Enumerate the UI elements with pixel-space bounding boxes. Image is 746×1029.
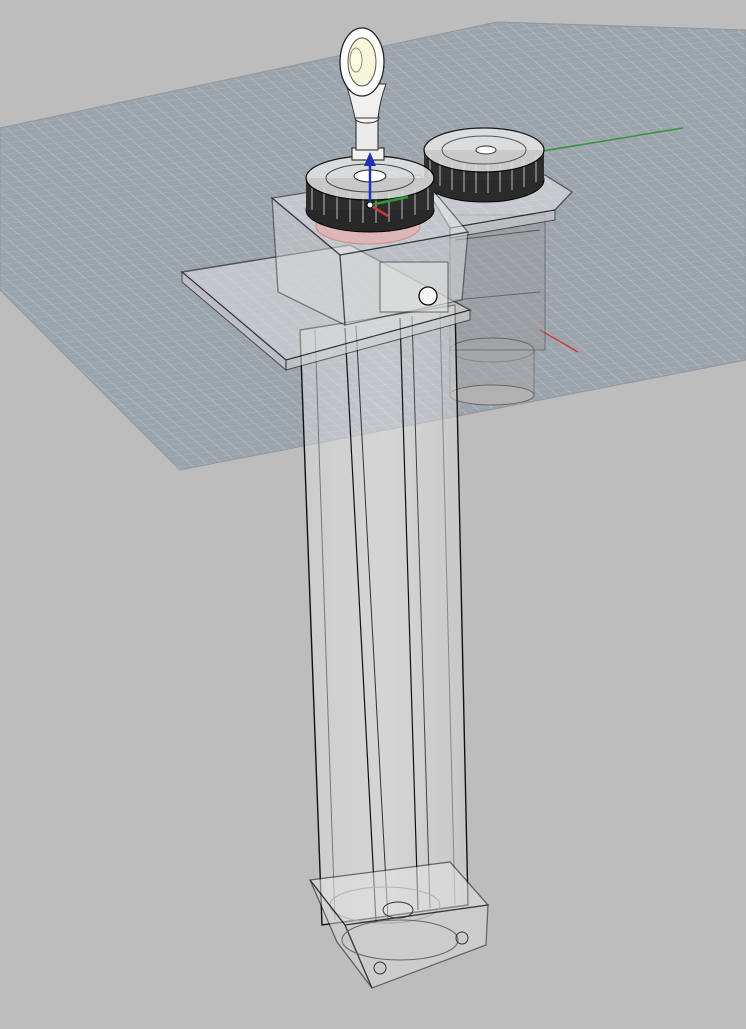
scene-canvas[interactable]	[0, 0, 746, 1029]
motor-pulley[interactable]	[423, 127, 545, 203]
column-tube[interactable]	[299, 304, 469, 926]
base-block[interactable]	[308, 861, 490, 989]
modeling-viewport[interactable]	[0, 0, 746, 1029]
